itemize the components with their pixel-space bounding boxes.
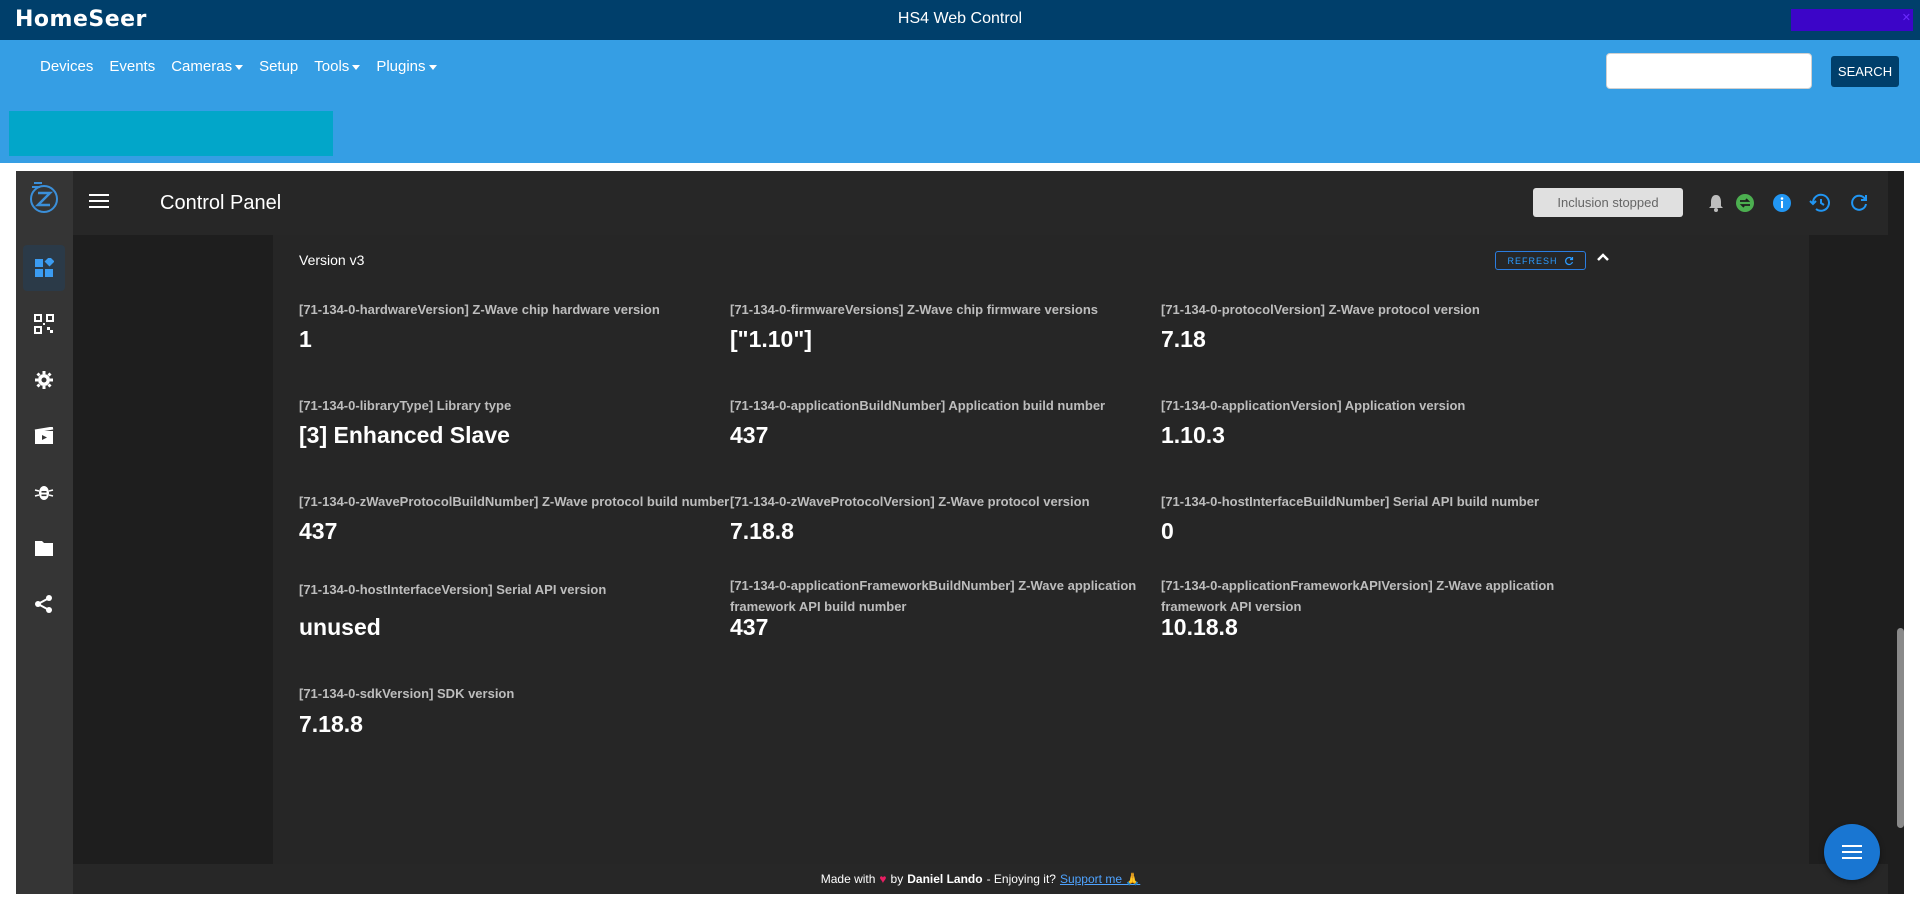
heart-icon: ♥	[879, 872, 887, 886]
version-field: [71-134-0-sdkVersion] SDK version 7.18.8	[299, 683, 809, 737]
support-link[interactable]: Support me 🙏	[1060, 872, 1140, 886]
footer: Made with ♥ by Daniel Lando - Enjoying i…	[73, 864, 1888, 894]
version-field: [71-134-0-applicationVersion] Applicatio…	[1161, 395, 1671, 448]
menu-icon	[1842, 845, 1862, 859]
side-rail	[16, 171, 73, 894]
field-value: [3] Enhanced Slave	[299, 422, 510, 448]
search-input[interactable]	[1606, 53, 1812, 89]
search-button[interactable]: SEARCH	[1831, 56, 1899, 87]
refresh-small-icon	[1564, 256, 1573, 265]
settings-icon[interactable]	[23, 357, 65, 403]
main-content: Version v3 REFRESH [71-134-0-hardwareVer…	[73, 235, 1888, 875]
nav-item-cameras[interactable]: Cameras	[171, 58, 244, 75]
nav-item-label: Events	[109, 58, 156, 75]
inclusion-status-button[interactable]: Inclusion stopped	[1533, 188, 1683, 217]
field-value: 437	[730, 422, 769, 448]
section-refresh-button[interactable]: REFRESH	[1495, 251, 1586, 270]
nav-item-label: Setup	[259, 58, 299, 75]
field-value: 10.18.8	[1161, 614, 1238, 640]
caret-down-icon	[235, 64, 244, 70]
refresh-label: REFRESH	[1507, 255, 1558, 266]
author-name: Daniel Lando	[907, 872, 983, 886]
page-title: Control Panel	[160, 192, 282, 214]
folder-icon[interactable]	[23, 525, 65, 571]
zwave-plugin-frame: Control Panel Inclusion stopped Version …	[16, 171, 1904, 894]
nav-item-setup[interactable]: Setup	[259, 58, 298, 75]
nav-item-devices[interactable]: Devices	[40, 58, 93, 75]
dashboard-icon[interactable]	[23, 245, 65, 291]
menu-icon[interactable]	[89, 193, 109, 209]
swap-icon[interactable]	[1733, 191, 1757, 215]
field-value: 7.18	[1161, 326, 1206, 352]
field-value: unused	[299, 614, 381, 640]
scenes-icon[interactable]	[23, 413, 65, 459]
nav-menu: Devices Events Cameras Setup Tools Plugins	[40, 58, 453, 75]
close-icon[interactable]: ✕	[1902, 11, 1911, 24]
field-label: [71-134-0-applicationVersion] Applicatio…	[1161, 398, 1466, 413]
nav-item-plugins[interactable]: Plugins	[376, 58, 437, 75]
field-label: [71-134-0-sdkVersion] SDK version	[299, 686, 515, 701]
field-value: 0	[1161, 518, 1174, 544]
version-field: [71-134-0-applicationFrameworkAPIVersion…	[1161, 575, 1671, 640]
nav-item-label: Plugins	[376, 58, 426, 75]
bell-icon[interactable]	[1704, 191, 1728, 215]
field-label: [71-134-0-hostInterfaceBuildNumber] Seri…	[1161, 494, 1540, 509]
field-value: 7.18.8	[730, 518, 794, 544]
footer-enjoying: - Enjoying it?	[986, 872, 1056, 886]
share-icon[interactable]	[23, 581, 65, 627]
nav-item-label: Cameras	[171, 58, 233, 75]
qr-scan-icon[interactable]	[23, 301, 65, 347]
caret-down-icon	[428, 64, 437, 70]
field-value: 1.10.3	[1161, 422, 1225, 448]
nav-item-tools[interactable]: Tools	[314, 58, 361, 75]
caret-down-icon	[352, 64, 361, 70]
main-navbar: Devices Events Cameras Setup Tools Plugins SE…	[0, 40, 1920, 102]
field-label: [71-134-0-applicationFrameworkAPIVersion…	[1161, 578, 1555, 614]
title-bar: HomeSeer HS4 Web Control ✕	[0, 0, 1920, 40]
nav-item-events[interactable]: Events	[109, 58, 155, 75]
app-title: HS4 Web Control	[897, 10, 1023, 27]
debug-icon[interactable]	[23, 469, 65, 515]
history-icon[interactable]	[1808, 191, 1832, 215]
footer-by: by	[890, 872, 904, 886]
version-field: [71-134-0-hostInterfaceBuildNumber] Seri…	[1161, 491, 1671, 544]
field-value: ["1.10"]	[730, 326, 812, 352]
section-title: Version v3	[299, 252, 365, 268]
top-right-widget[interactable]: ✕	[1791, 9, 1913, 31]
secondary-band	[0, 102, 1920, 163]
banner-box	[9, 111, 333, 156]
version-section-card: Version v3 REFRESH [71-134-0-hardwareVer…	[273, 235, 1809, 875]
field-label: [71-134-0-applicationFrameworkBuildNumbe…	[730, 578, 1137, 614]
field-label: [71-134-0-protocolVersion] Z-Wave protoc…	[1161, 302, 1480, 317]
scrollbar-thumb[interactable]	[1897, 628, 1904, 828]
field-value: 7.18.8	[299, 711, 363, 737]
field-value: 1	[299, 326, 312, 352]
floating-menu-button[interactable]	[1824, 824, 1880, 880]
footer-made-with: Made with	[820, 872, 876, 886]
refresh-icon[interactable]	[1847, 191, 1871, 215]
control-panel-header: Control Panel Inclusion stopped	[73, 171, 1904, 235]
chevron-up-icon[interactable]	[1596, 252, 1610, 262]
nav-item-label: Tools	[314, 58, 350, 75]
nav-item-label: Devices	[40, 58, 94, 75]
version-field: [71-134-0-protocolVersion] Z-Wave protoc…	[1161, 299, 1671, 352]
info-icon[interactable]	[1770, 191, 1794, 215]
field-value: 437	[730, 614, 769, 640]
zwave-logo-icon[interactable]	[26, 179, 62, 215]
field-value: 437	[299, 518, 338, 544]
